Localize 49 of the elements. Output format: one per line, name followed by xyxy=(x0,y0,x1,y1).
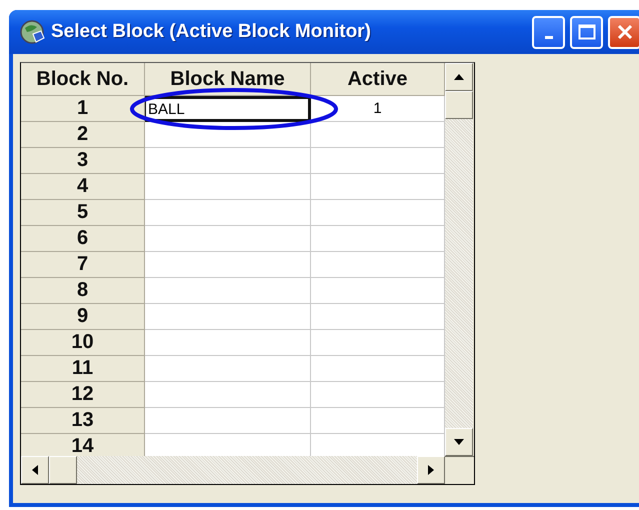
table-cell[interactable] xyxy=(145,278,311,304)
down-arrow-icon xyxy=(454,439,464,445)
table-cell[interactable] xyxy=(145,122,311,148)
scroll-up-button[interactable] xyxy=(445,63,473,91)
row-header-cell[interactable]: 8 xyxy=(21,278,145,304)
minimize-button[interactable] xyxy=(532,16,565,48)
row-header-cell[interactable]: 10 xyxy=(21,330,145,356)
scroll-thumb[interactable] xyxy=(49,456,77,484)
table-cell[interactable] xyxy=(145,174,311,200)
maximize-icon xyxy=(578,24,596,40)
table-cell[interactable] xyxy=(145,200,311,226)
table-cell[interactable] xyxy=(145,382,311,408)
row-header-cell[interactable]: 7 xyxy=(21,252,145,278)
row-header-cell[interactable]: 11 xyxy=(21,356,145,382)
horizontal-scrollbar[interactable] xyxy=(21,456,474,484)
up-arrow-icon xyxy=(454,74,464,80)
row-header-cell[interactable]: 5 xyxy=(21,200,145,226)
column-header[interactable]: Block No. xyxy=(21,63,145,96)
scroll-down-button[interactable] xyxy=(445,428,473,456)
table-cell[interactable] xyxy=(145,330,311,356)
table-cell[interactable]: BALL xyxy=(145,96,311,122)
table-cell[interactable] xyxy=(145,356,311,382)
maximize-button[interactable] xyxy=(570,16,603,48)
table-cell[interactable] xyxy=(145,408,311,434)
row-header-cell[interactable]: 2 xyxy=(21,122,145,148)
scroll-thumb[interactable] xyxy=(445,91,473,119)
row-header-cell[interactable]: 13 xyxy=(21,408,145,434)
row-header-cell[interactable]: 1 xyxy=(21,96,145,122)
left-arrow-icon xyxy=(32,465,38,475)
row-header-cell[interactable]: 3 xyxy=(21,148,145,174)
row-header-cell[interactable]: 9 xyxy=(21,304,145,330)
scroll-left-button[interactable] xyxy=(21,456,49,484)
table-cell[interactable] xyxy=(145,252,311,278)
column-header[interactable]: Active xyxy=(311,63,445,96)
row-header-cell[interactable]: 6 xyxy=(21,226,145,252)
globe-icon xyxy=(19,19,47,45)
row-header-cell[interactable]: 14 xyxy=(21,434,145,456)
vertical-scrollbar[interactable] xyxy=(445,63,473,456)
table-cell[interactable] xyxy=(145,148,311,174)
minimize-icon xyxy=(544,36,552,38)
row-header-cell[interactable]: 4 xyxy=(21,174,145,200)
window-title: Select Block (Active Block Monitor) xyxy=(51,21,371,43)
scroll-right-button[interactable] xyxy=(417,456,445,484)
close-icon xyxy=(616,23,634,41)
right-arrow-icon xyxy=(428,465,434,475)
table-cell[interactable] xyxy=(145,304,311,330)
close-button[interactable] xyxy=(608,16,639,48)
table-cell[interactable] xyxy=(145,226,311,252)
row-header-cell[interactable]: 12 xyxy=(21,382,145,408)
